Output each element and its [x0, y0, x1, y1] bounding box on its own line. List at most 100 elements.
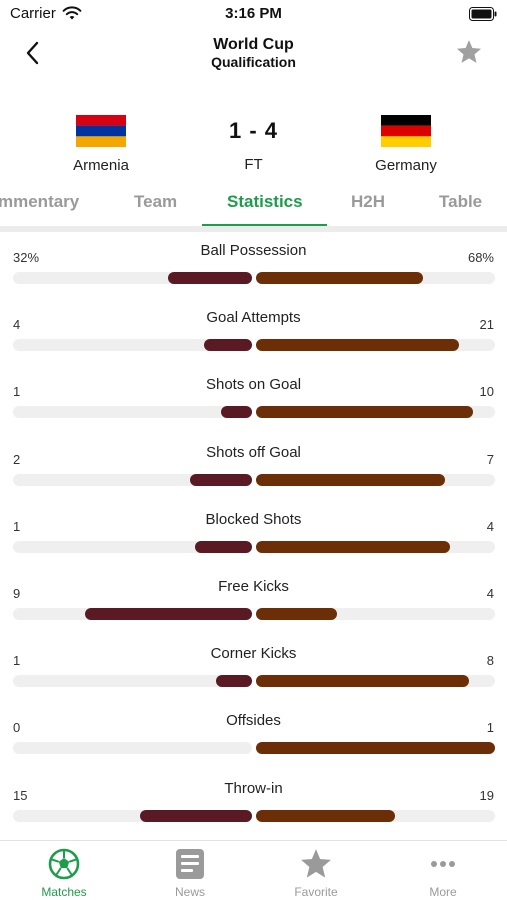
- stat-away-bar: [256, 406, 473, 419]
- stat-home-track: [13, 540, 252, 553]
- stat-label: Free Kicks: [218, 577, 289, 595]
- tab-team[interactable]: Team: [134, 192, 177, 212]
- stat-away-track: [256, 339, 495, 352]
- stat-home-track: [13, 809, 252, 822]
- more-dots-icon: [431, 861, 455, 867]
- stat-home-track: [13, 272, 252, 284]
- stat-label: Shots on Goal: [205, 376, 302, 394]
- stat-home-value: 9: [13, 585, 21, 601]
- stat-away-value: 7: [486, 451, 494, 467]
- stat-away-track: [256, 406, 495, 419]
- stat-away-track: [256, 540, 495, 553]
- stat-home-track: [13, 607, 252, 620]
- stat-home-value: 15: [13, 787, 28, 803]
- competition-subtitle: Qualification: [211, 54, 296, 70]
- stat-home-track: [13, 742, 252, 755]
- away-team[interactable]: Germany: [346, 115, 466, 174]
- news-icon: [176, 849, 204, 879]
- away-team-name: Germany: [375, 157, 437, 174]
- stat-away-value: 21: [479, 317, 494, 333]
- stat-home-track: [13, 675, 252, 688]
- stat-home-bar: [85, 607, 252, 620]
- stat-label: Ball Possession: [200, 242, 307, 259]
- stat-away-value: 19: [479, 787, 494, 803]
- stat-home-bar: [221, 406, 252, 419]
- stat-away-track: [256, 742, 495, 755]
- stat-away-value: 68%: [467, 250, 494, 265]
- stat-away-bar: [256, 742, 495, 755]
- page-title: World Cup Qualification: [100, 36, 407, 71]
- stat-home-bar: [168, 272, 252, 284]
- stat-home-bar: [204, 339, 252, 352]
- tabbar-matches-label: Matches: [41, 885, 87, 899]
- stat-home-value: 1: [13, 518, 21, 534]
- stat-away-bar: [256, 607, 337, 620]
- stat-home-value: 1: [13, 653, 21, 669]
- stat-away-bar: [256, 339, 459, 352]
- stat-home-bar: [216, 675, 252, 688]
- tabbar-news-label: News: [174, 885, 205, 899]
- stat-away-value: 8: [486, 653, 494, 669]
- stat-home-value: 1: [13, 384, 21, 400]
- stat-label: Goal Attempts: [206, 309, 301, 327]
- tabbar-favorite-label: Favorite: [294, 885, 338, 899]
- soccer-ball-icon: [48, 848, 80, 880]
- stat-home-bar: [190, 473, 252, 486]
- germany-flag-icon: [381, 115, 431, 147]
- tab-table[interactable]: Table: [439, 192, 482, 212]
- stat-away-track: [256, 809, 495, 822]
- tabbar-favorite[interactable]: Favorite: [253, 847, 379, 899]
- tabbar-more[interactable]: More: [380, 847, 506, 899]
- stat-home-value: 0: [13, 720, 21, 736]
- tabbar-matches[interactable]: Matches: [1, 847, 127, 899]
- stat-home-value: 2: [13, 451, 21, 467]
- stat-label: Corner Kicks: [210, 645, 297, 663]
- stat-row: Corner Kicks 1 8: [0, 635, 507, 702]
- tab-statistics[interactable]: Statistics: [227, 192, 303, 212]
- stat-row: Goal Attempts 4 21: [0, 299, 507, 366]
- status-bar: Carrier 3:16 PM: [0, 0, 507, 28]
- star-icon: [301, 849, 331, 878]
- stat-away-value: 4: [486, 585, 494, 601]
- stat-row: Shots off Goal 2 7: [0, 434, 507, 501]
- stat-home-value: 32%: [13, 250, 40, 265]
- stat-away-bar: [256, 540, 450, 553]
- stat-home-track: [13, 406, 252, 419]
- stat-home-track: [13, 339, 252, 352]
- competition-title: World Cup: [213, 36, 294, 53]
- bottom-tab-bar: Matches News Favorite More: [0, 840, 507, 900]
- stat-away-track: [256, 675, 495, 688]
- stat-away-track: [256, 272, 495, 284]
- battery-icon: [469, 7, 497, 21]
- stat-home-value: 4: [13, 317, 21, 333]
- stat-row: Throw-in 15 19: [0, 770, 507, 837]
- stat-label: Shots off Goal: [206, 443, 301, 461]
- stat-label: Offsides: [226, 712, 281, 730]
- stat-away-bar: [256, 272, 423, 284]
- stat-row: Offsides 0 1: [0, 702, 507, 769]
- statistics-list: Ball Possession 32% 68% Goal Attempts 4 21 Sho…: [0, 232, 507, 837]
- tab-h2h[interactable]: H2H: [351, 192, 385, 212]
- stat-label: Throw-in: [224, 779, 283, 797]
- stat-away-track: [256, 607, 495, 620]
- stat-away-value: 4: [486, 518, 494, 534]
- stat-row: Blocked Shots 1 4: [0, 501, 507, 568]
- stat-away-bar: [256, 675, 469, 688]
- stat-away-bar: [256, 473, 445, 486]
- tab-commentary[interactable]: mmentary: [0, 192, 79, 212]
- tabbar-more-label: More: [429, 885, 457, 899]
- stat-away-track: [256, 473, 495, 486]
- tabbar-news[interactable]: News: [127, 847, 253, 899]
- stat-home-track: [13, 473, 252, 486]
- back-button[interactable]: [18, 38, 48, 68]
- stat-home-bar: [140, 809, 252, 822]
- stat-away-value: 1: [486, 720, 494, 736]
- detail-tabs: mmentary Team Statistics H2H Table: [0, 186, 507, 226]
- stat-row: Shots on Goal 1 10: [0, 366, 507, 433]
- stat-row: Ball Possession 32% 68%: [0, 232, 507, 299]
- clock: 3:16 PM: [225, 5, 282, 22]
- stat-away-bar: [256, 809, 395, 822]
- stat-home-bar: [195, 540, 252, 553]
- favorite-star-icon[interactable]: [455, 38, 483, 66]
- stat-label: Blocked Shots: [205, 510, 302, 528]
